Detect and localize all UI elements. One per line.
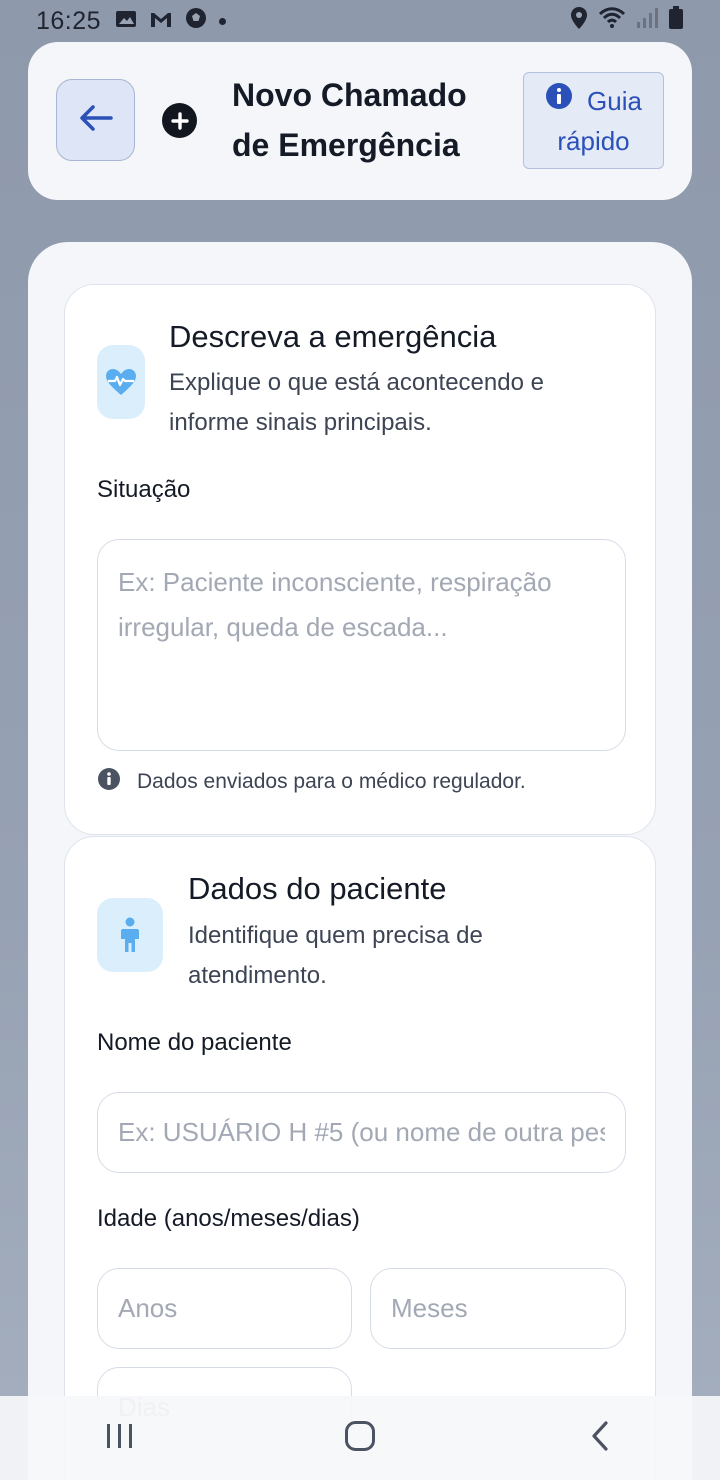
page-title-line2: de Emergência: [232, 127, 460, 163]
info-icon: [97, 767, 121, 797]
screen: 16:25 Novo Chamado de Emergência Guia rá…: [0, 0, 720, 1480]
image-icon: [115, 7, 137, 36]
wifi-icon: [598, 6, 626, 36]
page-title-line1: Novo Chamado: [232, 77, 467, 113]
quick-guide-label-line2: rápido: [557, 125, 630, 156]
system-nav-bar: [0, 1396, 720, 1480]
patient-name-label: Nome do paciente: [97, 1029, 292, 1056]
location-icon: [570, 6, 588, 37]
page-title: Novo Chamado de Emergência: [232, 70, 502, 170]
back-icon: [590, 1420, 610, 1457]
arrow-left-icon: [79, 104, 113, 136]
recent-apps-icon: [105, 1422, 135, 1455]
age-years-input[interactable]: [97, 1268, 352, 1349]
quick-guide-button[interactable]: Guia rápido: [523, 72, 664, 169]
situation-hint: Dados enviados para o médico regulador.: [97, 767, 526, 797]
situation-label: Situação: [97, 476, 191, 503]
home-icon: [344, 1420, 376, 1457]
situation-hint-text: Dados enviados para o médico regulador.: [137, 770, 526, 793]
header-bar: Novo Chamado de Emergência Guia rápido: [28, 42, 692, 200]
emergency-card-title: Descreva a emergência: [169, 319, 497, 354]
heart-pulse-icon: [97, 345, 145, 419]
home-button[interactable]: [320, 1408, 400, 1468]
back-button[interactable]: [56, 79, 135, 161]
person-icon: [97, 898, 163, 972]
gmail-icon: [149, 7, 173, 36]
status-bar: 16:25: [0, 0, 720, 42]
emergency-card: Descreva a emergência Explique o que est…: [64, 284, 656, 835]
patient-card-title: Dados do paciente: [188, 871, 447, 906]
back-nav-button[interactable]: [560, 1408, 640, 1468]
situation-textarea[interactable]: [97, 539, 626, 751]
plus-circle-icon: [162, 103, 197, 138]
patient-card: Dados do paciente Identifique quem preci…: [64, 836, 656, 1480]
status-time: 16:25: [36, 6, 102, 35]
patient-card-subtitle: Identifique quem precisa de atendimento.: [188, 922, 483, 989]
battery-icon: [668, 5, 684, 37]
soccer-ball-icon: [185, 7, 207, 36]
age-months-input[interactable]: [370, 1268, 626, 1349]
signal-icon: [636, 7, 658, 36]
info-icon: [545, 81, 573, 121]
patient-name-input[interactable]: [97, 1092, 626, 1173]
quick-guide-label-line1: Guia: [587, 85, 642, 116]
recent-apps-button[interactable]: [80, 1408, 160, 1468]
age-label: Idade (anos/meses/dias): [97, 1205, 360, 1232]
notification-dot-icon: [219, 17, 227, 25]
form-sheet: Descreva a emergência Explique o que est…: [28, 242, 692, 1480]
emergency-card-subtitle: Explique o que está acontecendo e inform…: [169, 369, 544, 436]
